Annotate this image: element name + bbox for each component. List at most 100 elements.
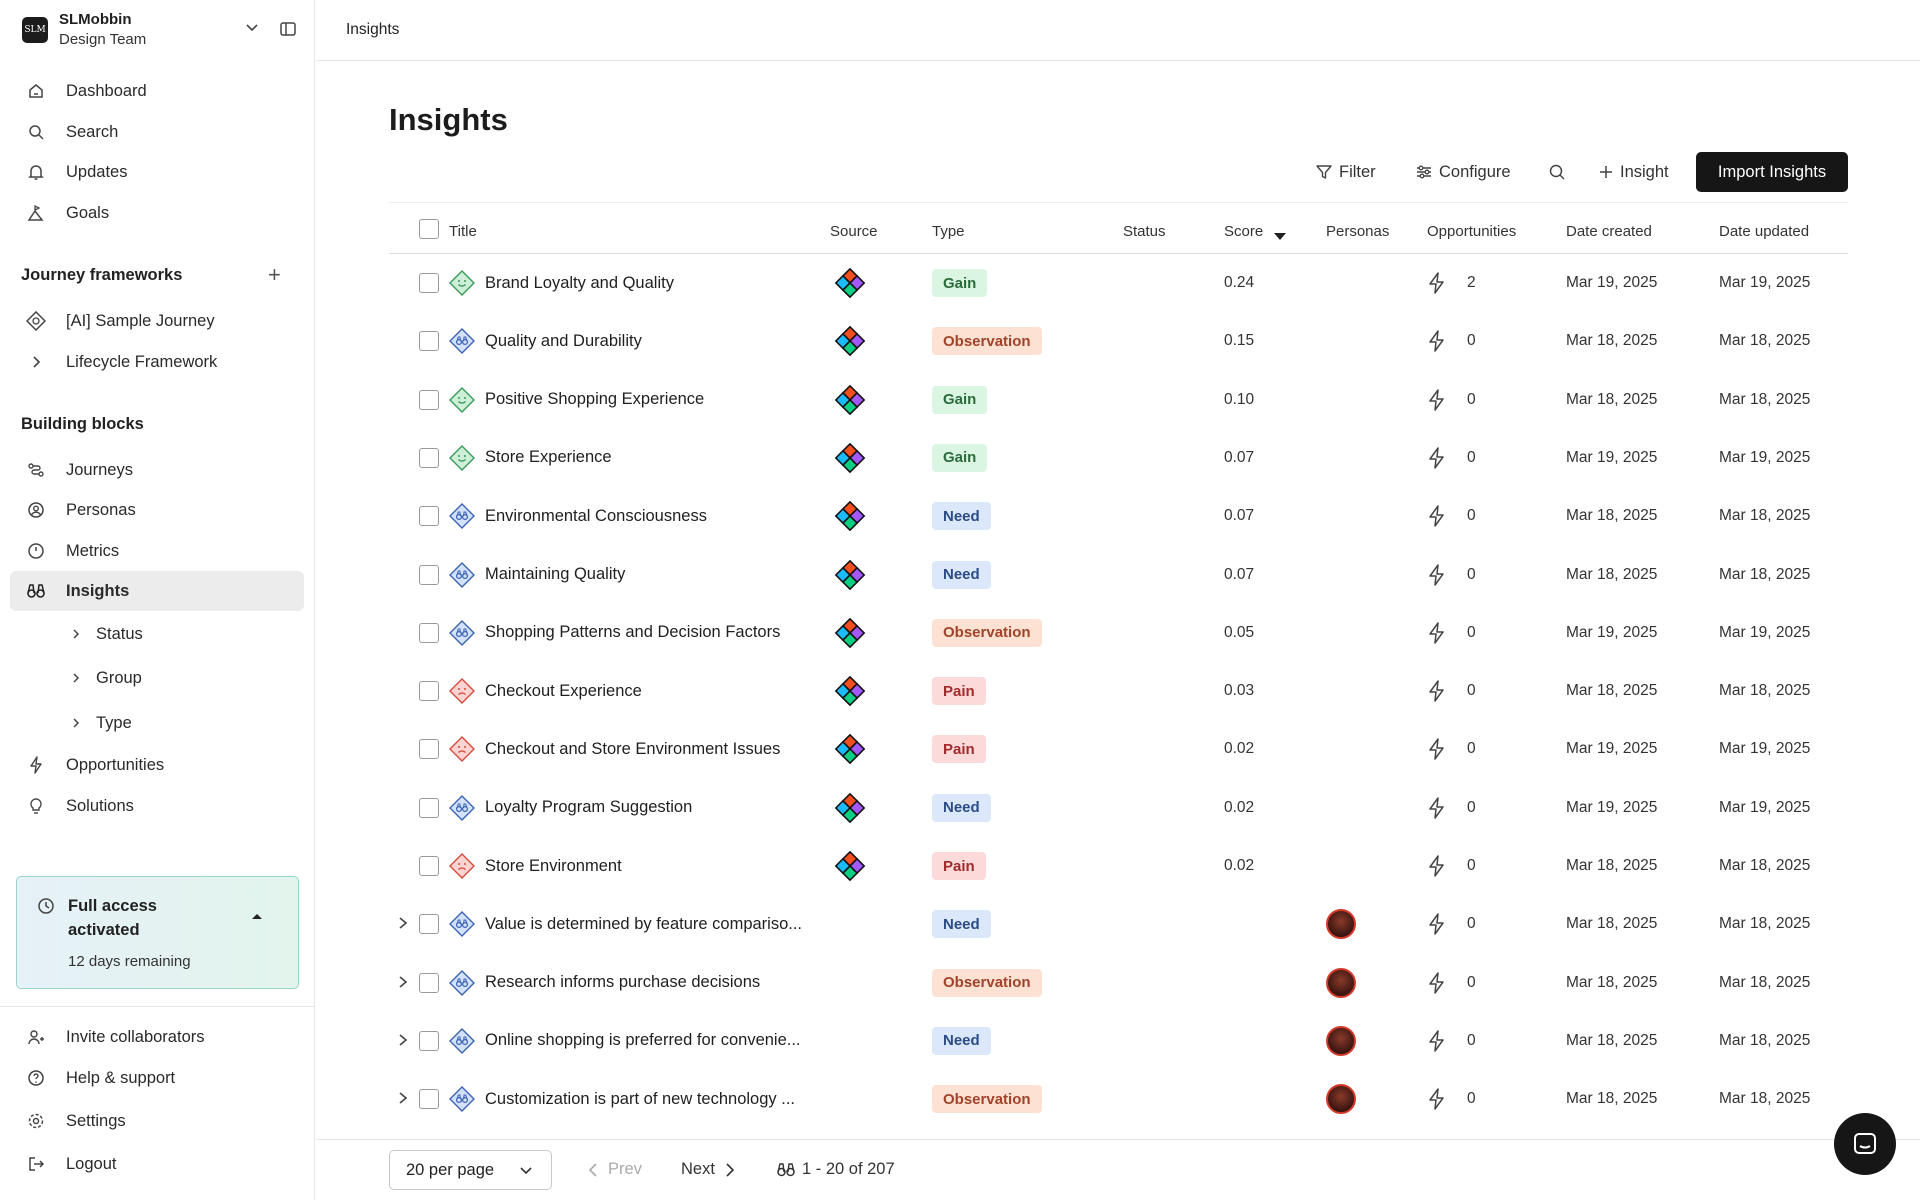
table-row[interactable]: Online shopping is preferred for conveni… [389,1012,1848,1070]
row-checkbox[interactable] [419,895,439,953]
opportunities-cell[interactable]: 0 [1427,546,1476,604]
chevron-right-icon[interactable] [397,1033,409,1052]
chevron-right-icon[interactable] [26,352,46,372]
nav-search[interactable]: Search [10,112,304,152]
opportunities-cell[interactable]: 0 [1427,371,1476,429]
nav-journeys[interactable]: Journeys [10,450,304,490]
row-title[interactable]: Environmental Consciousness [485,487,707,545]
configure-button[interactable]: Configure [1415,152,1511,192]
row-title[interactable]: Store Experience [485,429,612,487]
col-opportunities[interactable]: Opportunities [1427,223,1516,240]
row-title[interactable]: Value is determined by feature compariso… [485,895,802,953]
sidebar-toggle-icon[interactable] [279,20,297,43]
add-insight-button[interactable]: Insight [1598,152,1669,192]
opportunities-cell[interactable]: 0 [1427,312,1476,370]
add-framework-button[interactable]: + [268,264,281,286]
row-checkbox[interactable] [419,371,439,429]
nav-settings[interactable]: Settings [10,1101,304,1141]
opportunities-cell[interactable]: 2 [1427,254,1476,312]
opportunities-cell[interactable]: 0 [1427,429,1476,487]
col-title[interactable]: Title [449,223,477,240]
row-checkbox[interactable] [419,604,439,662]
caret-up-icon[interactable] [251,907,263,925]
table-row[interactable]: Environmental Consciousness Need 0.07 0 Mar … [389,487,1848,545]
prev-page-button[interactable]: Prev [588,1160,642,1179]
table-row[interactable]: Checkout and Store Environment Issues Pai… [389,720,1848,778]
row-title[interactable]: Loyalty Program Suggestion [485,779,692,837]
table-row[interactable]: Brand Loyalty and Quality Gain 0.24 2 Mar 19… [389,254,1848,312]
row-title[interactable]: Store Environment [485,837,622,895]
avatar[interactable] [1326,1084,1356,1115]
nav-metrics[interactable]: Metrics [10,531,304,571]
row-checkbox[interactable] [419,429,439,487]
row-checkbox[interactable] [419,720,439,778]
row-checkbox[interactable] [419,487,439,545]
table-row[interactable]: Research informs purchase decisions Obser… [389,954,1848,1012]
per-page-select[interactable]: 20 per page [389,1150,552,1190]
nav-dashboard[interactable]: Dashboard [10,71,304,111]
select-all-checkbox[interactable] [419,219,439,239]
opportunities-cell[interactable]: 0 [1427,720,1476,778]
nav-personas[interactable]: Personas [10,490,304,530]
row-checkbox[interactable] [419,546,439,604]
opportunities-cell[interactable]: 0 [1427,779,1476,837]
opportunities-cell[interactable]: 0 [1427,1012,1476,1070]
table-row[interactable]: Shopping Patterns and Decision Factors Ob… [389,604,1848,662]
row-title[interactable]: Online shopping is preferred for conveni… [485,1012,801,1070]
nav-insights-status[interactable]: Status [10,614,304,654]
nav-sample-journey[interactable]: [AI] Sample Journey [10,301,304,341]
table-row[interactable]: Store Experience Gain 0.07 0 Mar 19, 2025 Mar… [389,429,1848,487]
table-row[interactable]: Positive Shopping Experience Gain 0.10 0 Mar… [389,371,1848,429]
table-row[interactable]: Store Environment Pain 0.02 0 Mar 18, 2025 Ma… [389,837,1848,895]
nav-opportunities[interactable]: Opportunities [10,745,304,785]
chat-launcher-button[interactable] [1834,1113,1896,1175]
chevron-right-icon[interactable] [397,916,409,935]
opportunities-cell[interactable]: 0 [1427,604,1476,662]
nav-goals[interactable]: Goals [10,193,304,233]
row-checkbox[interactable] [419,954,439,1012]
col-date-created[interactable]: Date created [1566,223,1652,240]
row-checkbox[interactable] [419,837,439,895]
nav-insights-type[interactable]: Type [10,703,304,743]
nav-invite-collaborators[interactable]: Invite collaborators [10,1017,304,1057]
nav-solutions[interactable]: Solutions [10,786,304,826]
nav-updates[interactable]: Updates [10,152,304,192]
row-title[interactable]: Checkout and Store Environment Issues [485,720,780,778]
opportunities-cell[interactable]: 0 [1427,954,1476,1012]
chevron-right-icon[interactable] [397,975,409,994]
row-title[interactable]: Research informs purchase decisions [485,954,760,1012]
col-score[interactable]: Score [1224,223,1263,240]
col-date-updated[interactable]: Date updated [1719,223,1809,240]
nav-lifecycle-framework[interactable]: Lifecycle Framework [10,342,304,382]
col-personas[interactable]: Personas [1326,223,1389,240]
trial-banner[interactable]: Full access activated 12 days remaining [16,876,299,989]
table-row[interactable]: Value is determined by feature compariso… [389,895,1848,953]
chevron-right-icon[interactable] [397,1091,409,1110]
filter-button[interactable]: Filter [1315,152,1376,192]
nav-logout[interactable]: Logout [10,1144,304,1184]
row-title[interactable]: Customization is part of new technology … [485,1070,795,1128]
row-checkbox[interactable] [419,1012,439,1070]
chevron-down-icon[interactable] [245,20,259,39]
import-insights-button[interactable]: Import Insights [1696,152,1848,192]
table-row[interactable]: Checkout Experience Pain 0.03 0 Mar 18, 2025… [389,662,1848,720]
row-checkbox[interactable] [419,1070,439,1128]
col-source[interactable]: Source [830,223,878,240]
row-title[interactable]: Shopping Patterns and Decision Factors [485,604,780,662]
table-search-button[interactable] [1548,152,1572,192]
row-title[interactable]: Checkout Experience [485,662,642,720]
avatar[interactable] [1326,967,1356,998]
opportunities-cell[interactable]: 0 [1427,1070,1476,1128]
row-checkbox[interactable] [419,312,439,370]
table-row[interactable]: Quality and Durability Observation 0.15 0 Ma… [389,312,1848,370]
row-title[interactable]: Maintaining Quality [485,546,625,604]
row-checkbox[interactable] [419,254,439,312]
nav-insights-group[interactable]: Group [10,658,304,698]
nav-help-support[interactable]: Help & support [10,1058,304,1098]
workspace-switcher[interactable]: SLM SLMobbin Design Team [22,10,302,50]
next-page-button[interactable]: Next [681,1160,735,1179]
sort-desc-icon[interactable] [1274,228,1286,245]
row-checkbox[interactable] [419,662,439,720]
table-row[interactable]: Customization is part of new technology … [389,1070,1848,1128]
row-title[interactable]: Quality and Durability [485,312,642,370]
